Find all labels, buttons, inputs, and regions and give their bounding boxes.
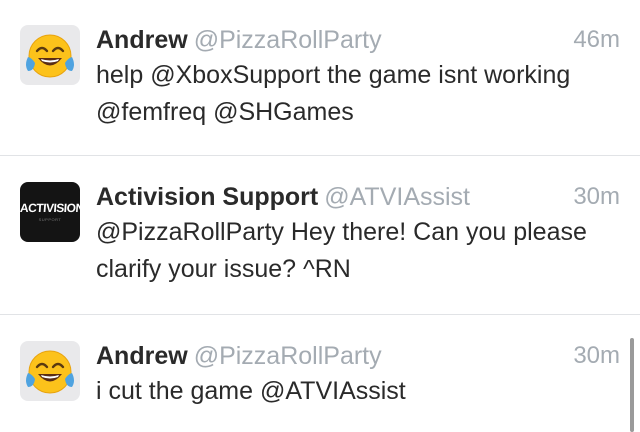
avatar[interactable]: [20, 341, 80, 401]
tweet-header: Andrew @PizzaRollParty 30m: [96, 338, 620, 374]
user-handle[interactable]: @ATVIAssist: [324, 183, 470, 211]
user-handle[interactable]: @PizzaRollParty: [194, 342, 382, 370]
tears-of-joy-emoji-icon: [26, 350, 74, 394]
tweet-text: i cut the game @ATVIAssist: [96, 377, 406, 405]
tweet-item[interactable]: Andrew @PizzaRollParty 30m i cut the game…: [0, 316, 640, 432]
tweet-item[interactable]: ACTIVISION. SUPPORT Activision Support @A…: [0, 157, 640, 315]
user-name[interactable]: Activision Support: [96, 183, 318, 211]
avatar[interactable]: [20, 25, 80, 85]
timestamp: 30m: [573, 183, 620, 210]
tweet-header: Activision Support @ATVIAssist 30m: [96, 179, 620, 215]
tweet-item[interactable]: Andrew @PizzaRollParty 46m help @XboxSupp…: [0, 0, 640, 156]
tears-of-joy-emoji-icon: [26, 34, 74, 78]
logo-subtext: SUPPORT: [38, 217, 62, 222]
scrollbar[interactable]: [630, 338, 634, 432]
avatar[interactable]: ACTIVISION. SUPPORT: [20, 182, 80, 242]
timestamp: 30m: [573, 342, 620, 369]
logo-text: ACTIVISION.: [20, 201, 80, 215]
user-handle[interactable]: @PizzaRollParty: [194, 26, 382, 54]
tweet-text: help @XboxSupport the game isnt working …: [96, 61, 571, 126]
timestamp: 46m: [573, 26, 620, 53]
user-name[interactable]: Andrew: [96, 26, 188, 54]
timeline: Andrew @PizzaRollParty 46m help @XboxSupp…: [0, 0, 640, 432]
user-name[interactable]: Andrew: [96, 342, 188, 370]
tweet-text: @PizzaRollParty Hey there! Can you pleas…: [96, 218, 587, 283]
tweet-header: Andrew @PizzaRollParty 46m: [96, 22, 620, 58]
